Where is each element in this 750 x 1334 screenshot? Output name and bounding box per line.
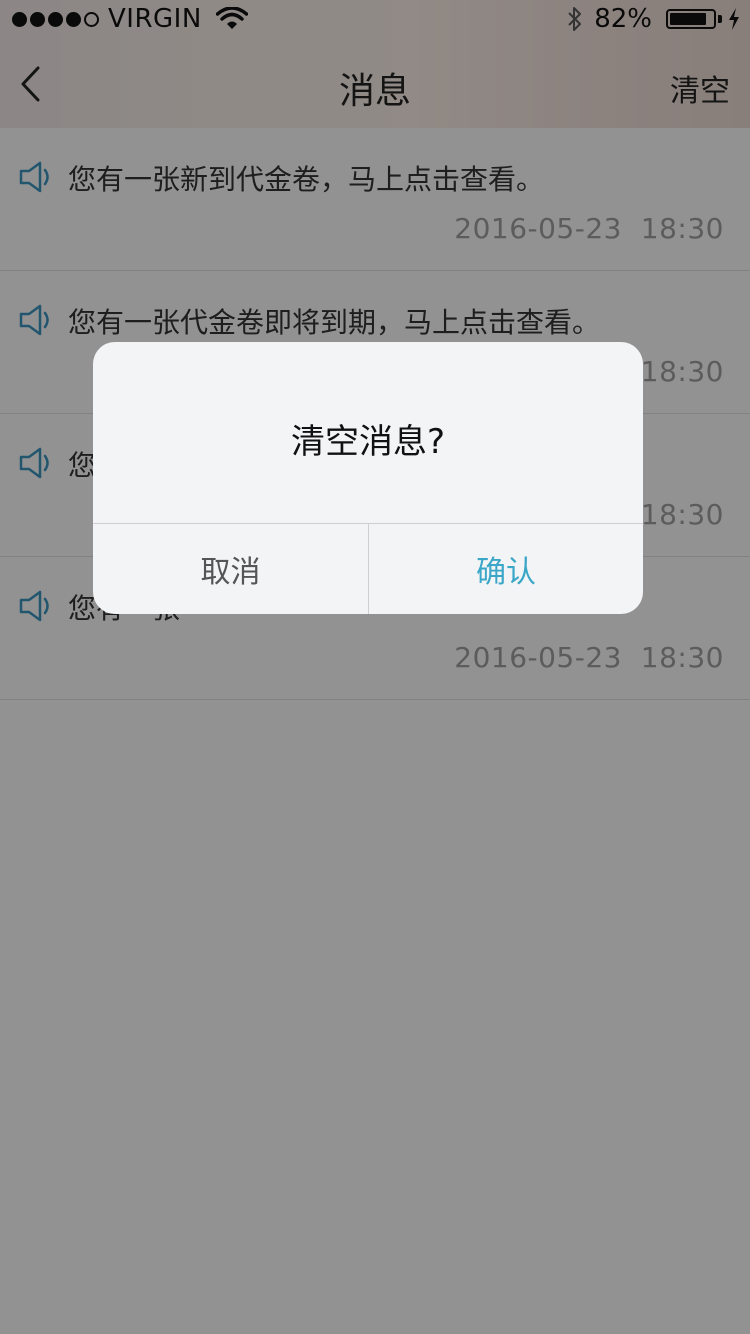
confirm-dialog: 清空消息? 取消 确认 (93, 342, 643, 614)
modal-overlay[interactable] (0, 0, 750, 1334)
dialog-title: 清空消息? (290, 422, 446, 462)
confirm-button[interactable]: 确认 (368, 524, 643, 614)
cancel-button[interactable]: 取消 (93, 524, 368, 614)
